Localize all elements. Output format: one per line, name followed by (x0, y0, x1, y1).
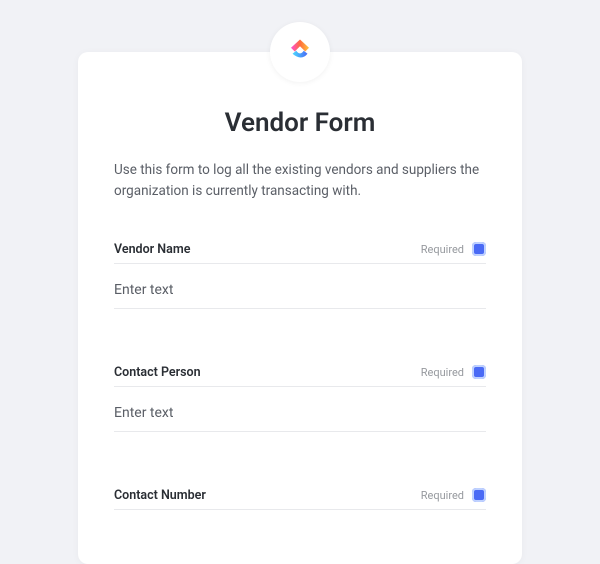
vendor-name-input[interactable] (114, 278, 486, 309)
field-header: Vendor Name Required (114, 242, 486, 264)
form-description[interactable]: Use this form to log all the existing ve… (114, 160, 486, 202)
field-header: Contact Number Required (114, 488, 486, 510)
field-label[interactable]: Contact Person (114, 365, 201, 380)
required-label: Required (421, 243, 464, 256)
contact-person-input[interactable] (114, 401, 486, 432)
required-toggle[interactable] (472, 365, 486, 379)
required-label: Required (421, 366, 464, 379)
form-title[interactable]: Vendor Form (114, 108, 486, 138)
field-label[interactable]: Vendor Name (114, 242, 190, 257)
required-toggle[interactable] (472, 488, 486, 502)
field-contact-person: Contact Person Required (114, 365, 486, 432)
field-vendor-name: Vendor Name Required (114, 242, 486, 309)
required-indicator: Required (421, 365, 486, 379)
logo-container (270, 22, 330, 82)
field-header: Contact Person Required (114, 365, 486, 387)
form-card: Vendor Form Use this form to log all the… (78, 52, 522, 564)
required-indicator: Required (421, 242, 486, 256)
field-contact-number: Contact Number Required (114, 488, 486, 510)
required-label: Required (421, 489, 464, 502)
required-toggle[interactable] (472, 242, 486, 256)
clickup-logo-icon (285, 35, 315, 69)
required-indicator: Required (421, 488, 486, 502)
field-label[interactable]: Contact Number (114, 488, 206, 503)
